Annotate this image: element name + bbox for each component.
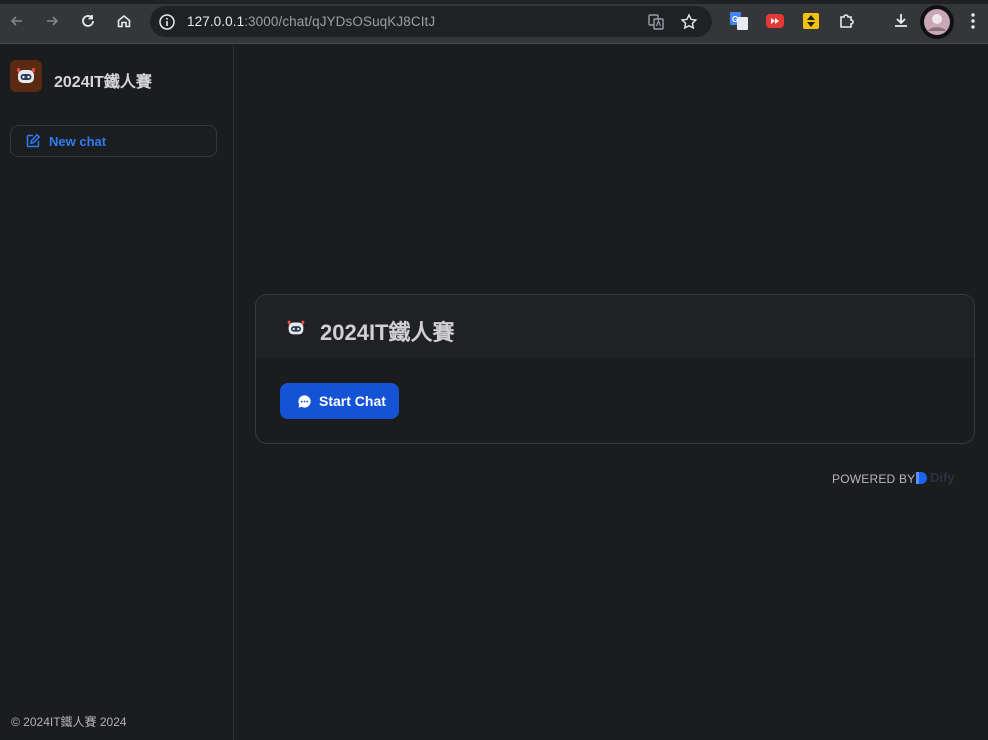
dify-logo[interactable]: Dify (915, 470, 955, 485)
bookmark-star-icon[interactable] (680, 13, 698, 31)
browser-menu-button[interactable] (962, 10, 984, 32)
robot-icon (287, 320, 305, 335)
app-logo (10, 60, 42, 92)
more-vertical-icon (971, 13, 975, 29)
url-text: 127.0.0.1:3000/chat/qJYDsOSuqKJ8CItJ (187, 14, 435, 29)
browser-toolbar: 127.0.0.1:3000/chat/qJYDsOSuqKJ8CItJ G (0, 0, 988, 44)
start-chat-label: Start Chat (319, 393, 386, 409)
dify-wordmark: Dify (930, 470, 955, 485)
address-bar[interactable]: 127.0.0.1:3000/chat/qJYDsOSuqKJ8CItJ (150, 6, 712, 37)
main-content: 2024IT鐵人賽 Start Chat POWERED BY Dify (235, 45, 988, 740)
start-chat-button[interactable]: Start Chat (280, 383, 399, 419)
welcome-card: 2024IT鐵人賽 Start Chat (255, 294, 975, 444)
google-translate-icon: G (730, 12, 748, 30)
reload-icon (82, 15, 94, 27)
forward-button[interactable] (40, 9, 64, 33)
arrow-right-icon (47, 16, 59, 26)
edit-icon (26, 133, 41, 148)
dify-logo-icon (916, 471, 927, 484)
robot-icon (17, 68, 35, 83)
powered-by-text: POWERED BY (832, 472, 916, 486)
app-name: 2024IT鐵人賽 (54, 74, 152, 91)
tab-strip (0, 0, 988, 4)
home-button[interactable] (112, 9, 136, 33)
svg-text:G: G (732, 15, 738, 24)
extensions-button[interactable] (836, 10, 858, 32)
google-translate-extension[interactable]: G (728, 10, 750, 32)
translate-icon[interactable] (647, 13, 665, 31)
puzzle-icon (840, 14, 854, 28)
profile-photo-icon (924, 9, 950, 35)
home-icon (117, 14, 131, 28)
site-info-icon[interactable] (158, 13, 176, 31)
youtube-forward-icon (766, 14, 784, 28)
new-chat-label: New chat (49, 134, 107, 149)
card-title: 2024IT鐵人賽 (320, 320, 455, 345)
profile-avatar[interactable] (920, 5, 954, 39)
url-host: 127.0.0.1 (187, 14, 245, 29)
chat-bubble-icon (298, 395, 311, 408)
downloads-button[interactable] (890, 10, 912, 32)
back-button[interactable] (5, 9, 29, 33)
url-path: :3000/chat/qJYDsOSuqKJ8CItJ (244, 14, 436, 29)
card-header: 2024IT鐵人賽 (256, 295, 974, 358)
copyright-footer: © 2024IT鐵人賽 2024 (11, 715, 127, 729)
reload-button[interactable] (76, 9, 100, 33)
youtube-extension[interactable] (764, 10, 786, 32)
download-icon (895, 14, 907, 27)
new-chat-button[interactable]: New chat (10, 125, 217, 157)
yellow-extension[interactable] (800, 10, 822, 32)
up-down-arrows-icon (803, 13, 819, 29)
arrow-left-icon (10, 16, 22, 26)
sidebar: 2024IT鐵人賽 New chat © 2024IT鐵人賽 2024 (0, 45, 234, 740)
